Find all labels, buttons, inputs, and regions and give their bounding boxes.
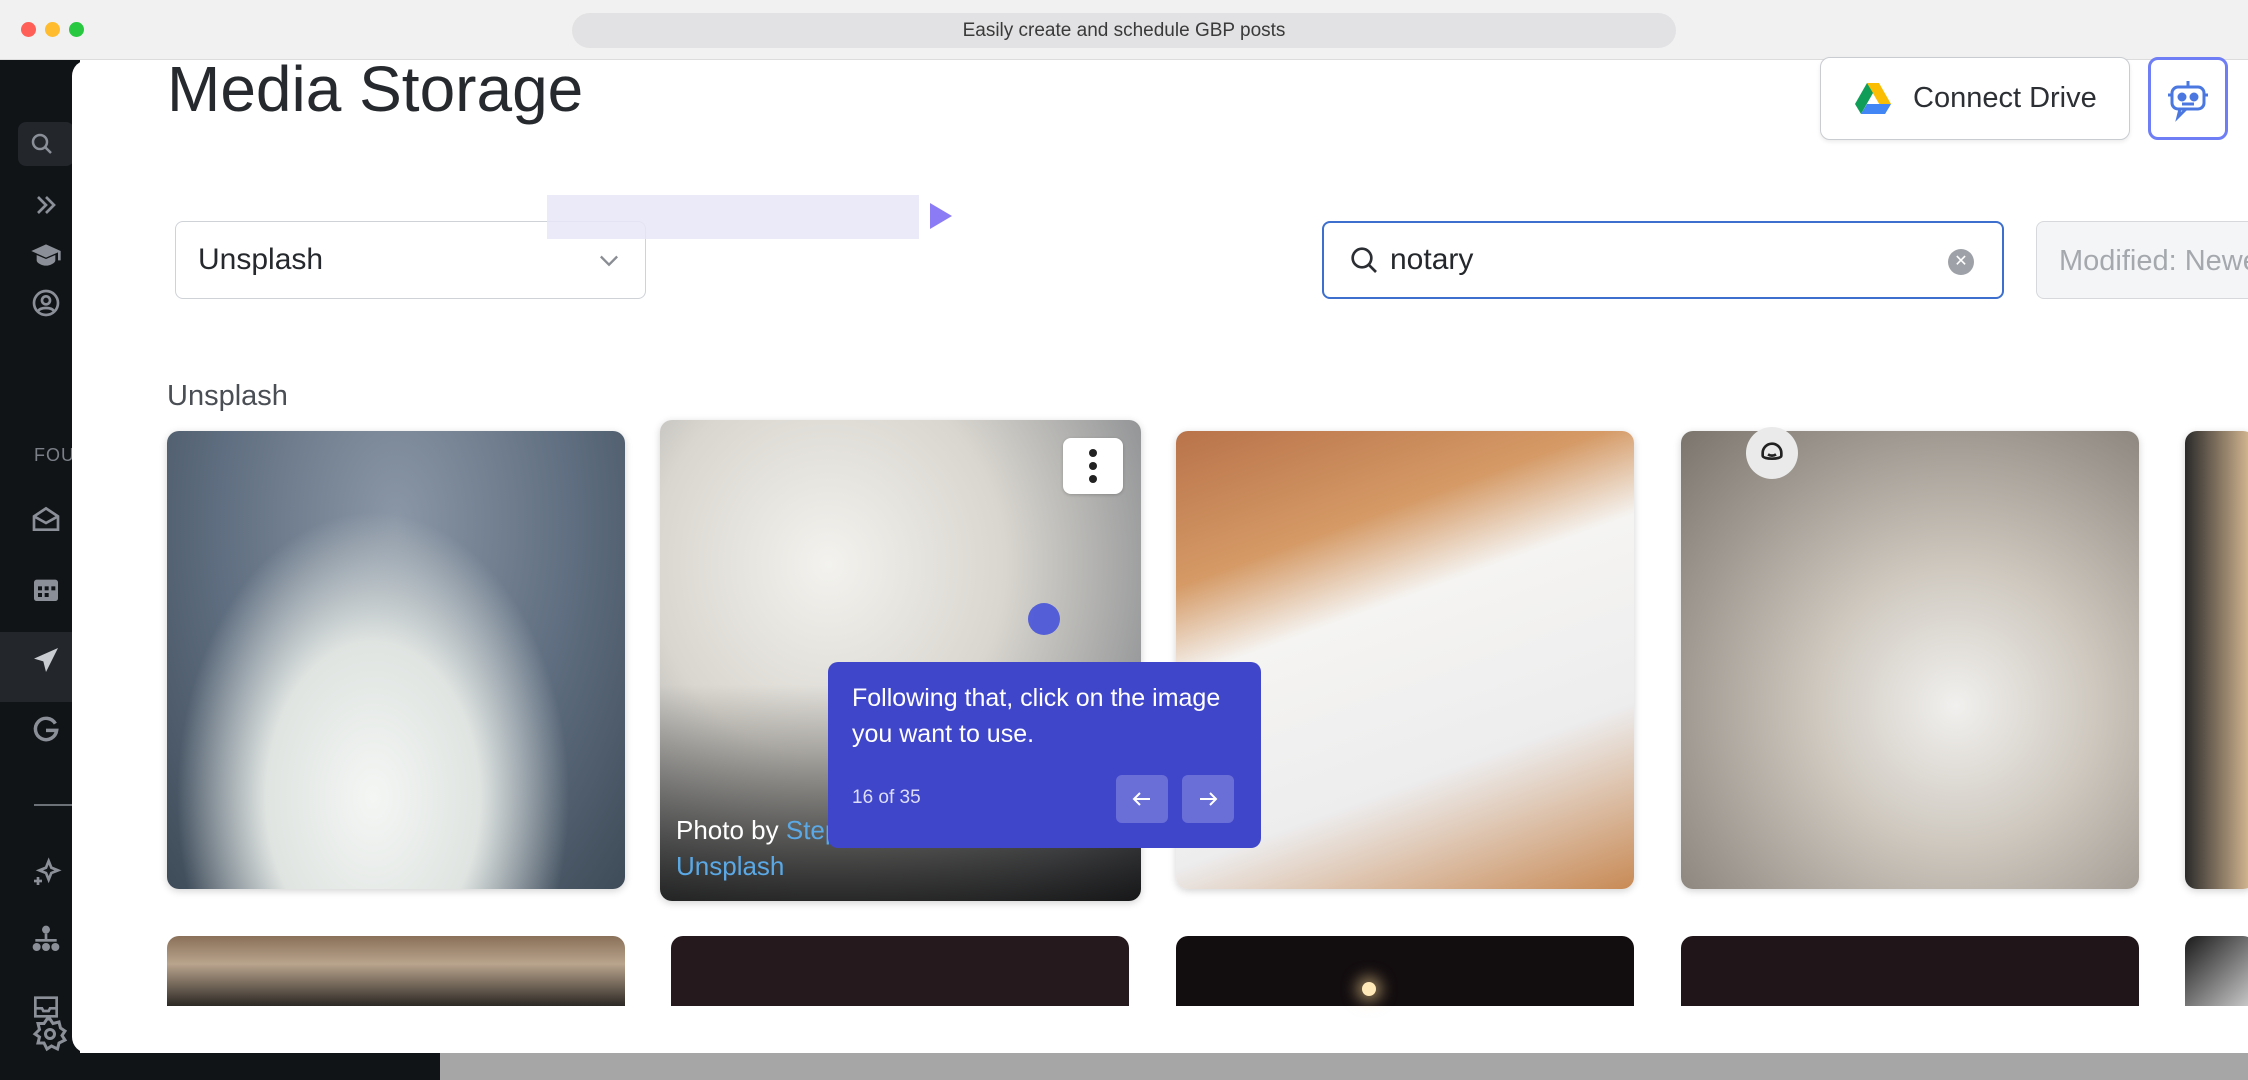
chevron-down-icon: [600, 255, 618, 267]
settings-icon[interactable]: [32, 1016, 72, 1056]
connect-drive-label: Connect Drive: [1913, 82, 2097, 114]
image-card[interactable]: [2185, 936, 2248, 1006]
kebab-menu-icon: [1089, 449, 1097, 483]
guide-highlight: [547, 195, 919, 239]
tooltip-prev-button[interactable]: [1116, 775, 1168, 823]
org-chart-icon[interactable]: [30, 916, 76, 962]
guide-pointer-icon: [930, 203, 952, 229]
photo-credit: Photo by Step Unsplash: [676, 812, 839, 884]
avatar: [1746, 427, 1798, 479]
image-card[interactable]: [2185, 431, 2248, 889]
maximize-window-button[interactable]: [69, 22, 84, 37]
sidebar-search[interactable]: [18, 122, 74, 166]
section-title: Unsplash: [167, 380, 288, 412]
google-drive-icon: [1855, 82, 1891, 114]
search-icon: [1351, 247, 1377, 273]
unsplash-link[interactable]: Unsplash: [676, 851, 784, 881]
search-input[interactable]: notary ✕: [1322, 221, 2004, 299]
source-select-value: Unsplash: [198, 243, 324, 276]
image-card[interactable]: [671, 936, 1129, 1006]
sidebar-footer: [0, 1053, 440, 1080]
image-light-spot: [1362, 982, 1376, 996]
sort-select[interactable]: Modified: Newest: [2036, 221, 2248, 299]
page-title: Media Storage: [167, 53, 584, 125]
inbox-icon[interactable]: [30, 496, 76, 542]
search-input-value: notary: [1390, 243, 1474, 276]
tooltip-text: Following that, click on the image you w…: [852, 684, 1221, 748]
search-icon: [31, 133, 52, 154]
assistant-bot-button[interactable]: [2148, 57, 2228, 140]
arrow-right-icon: [1200, 792, 1218, 806]
face-icon: [1761, 442, 1783, 460]
address-bar[interactable]: Easily create and schedule GBP posts: [572, 13, 1676, 48]
connect-drive-button[interactable]: Connect Drive: [1820, 57, 2130, 140]
arrow-left-icon: [1132, 792, 1150, 806]
image-card[interactable]: [167, 431, 625, 889]
tooltip-next-button[interactable]: [1182, 775, 1234, 823]
clear-search-icon[interactable]: ✕: [1948, 249, 1974, 275]
image-card[interactable]: [167, 936, 625, 1006]
robot-icon: [2168, 80, 2208, 122]
click-indicator: [1028, 603, 1060, 635]
more-options-button[interactable]: [1063, 438, 1123, 494]
minimize-window-button[interactable]: [45, 22, 60, 37]
academy-icon[interactable]: [30, 232, 76, 278]
sparkle-icon[interactable]: [30, 850, 76, 896]
send-icon[interactable]: [30, 637, 76, 683]
credit-prefix: Photo by: [676, 815, 786, 845]
app-sidebar: FOU: [0, 60, 80, 1080]
image-card[interactable]: [1681, 431, 2139, 889]
account-icon[interactable]: [30, 280, 76, 326]
browser-titlebar: Easily create and schedule GBP posts: [0, 0, 2248, 60]
image-card[interactable]: [1176, 936, 1634, 1006]
close-window-button[interactable]: [21, 22, 36, 37]
image-card[interactable]: [1681, 936, 2139, 1006]
expand-icon[interactable]: [30, 182, 76, 228]
tooltip-progress: 16 of 35: [852, 787, 921, 808]
guide-tooltip: Following that, click on the image you w…: [828, 662, 1261, 848]
bottom-scrollbar[interactable]: [440, 1053, 2248, 1080]
google-icon[interactable]: [30, 706, 76, 752]
sidebar-divider: [34, 804, 74, 806]
sidebar-section-label: FOU: [34, 445, 75, 465]
calendar-icon[interactable]: [30, 566, 76, 612]
